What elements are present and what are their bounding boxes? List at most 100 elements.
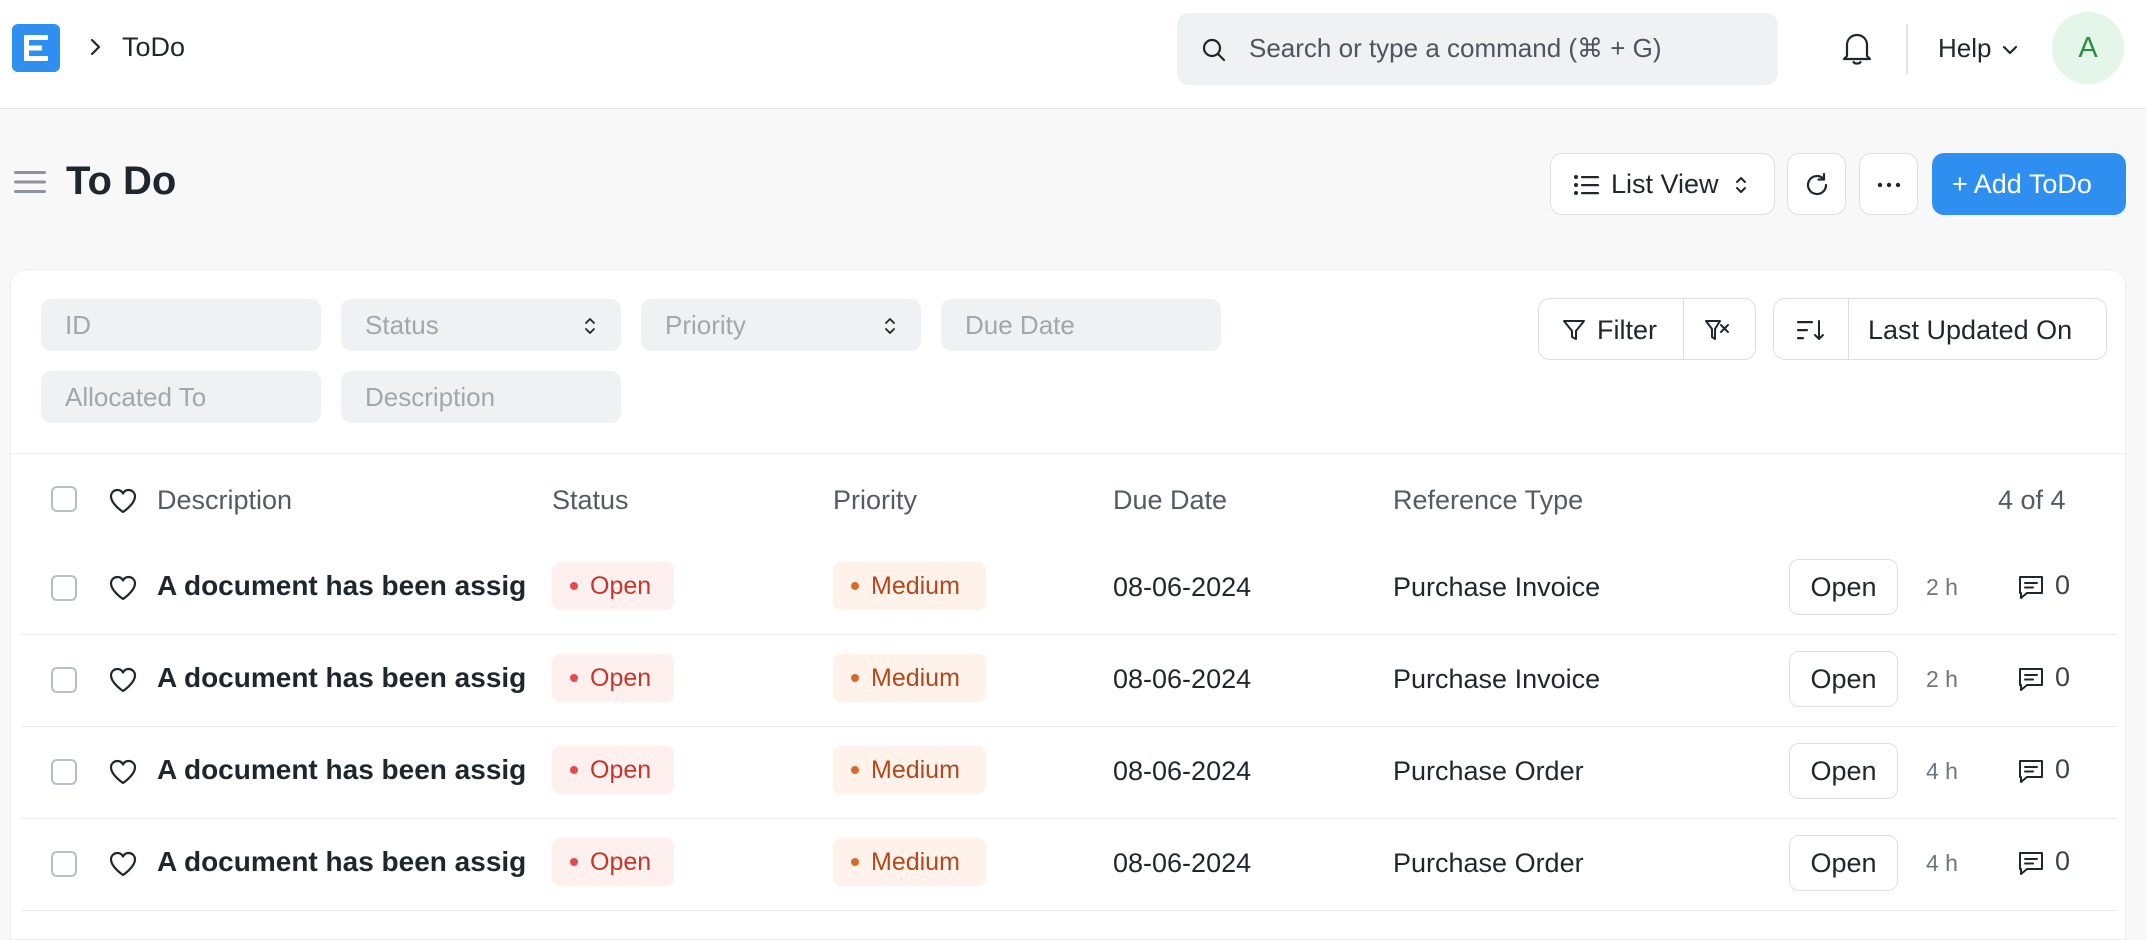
- help-menu[interactable]: Help: [1938, 33, 1991, 64]
- table-row[interactable]: A document has been assigned to you Open…: [21, 634, 2117, 726]
- sort-group-divider: [1848, 299, 1849, 359]
- heart-icon[interactable]: [108, 850, 138, 878]
- chevron-down-icon[interactable]: [2000, 40, 2020, 60]
- chevron-right-icon: [90, 38, 101, 56]
- refresh-button[interactable]: [1787, 153, 1846, 215]
- comment-icon: [2019, 576, 2043, 599]
- select-arrows-icon: [1736, 177, 1746, 193]
- filter-button-group: Filter: [1538, 298, 1756, 360]
- status-text: Open: [590, 848, 652, 876]
- filter-divider: [11, 453, 2125, 454]
- status-text: Open: [590, 572, 652, 600]
- column-header-priority[interactable]: Priority: [833, 485, 917, 516]
- column-header-description[interactable]: Description: [157, 485, 292, 516]
- heart-icon[interactable]: [108, 487, 138, 515]
- row-reference-type: Purchase Invoice: [1393, 572, 1601, 602]
- open-button[interactable]: Open: [1789, 651, 1898, 707]
- description-filter-input[interactable]: Description: [341, 371, 621, 423]
- id-filter-input[interactable]: ID: [41, 299, 321, 351]
- row-description[interactable]: A document has been assigned to you: [157, 846, 525, 878]
- row-due-date: 08-06-2024: [1113, 664, 1252, 694]
- status-text: Open: [590, 756, 652, 784]
- select-arrows-icon: [885, 318, 895, 334]
- row-checkbox[interactable]: [51, 851, 77, 877]
- row-checkbox[interactable]: [51, 759, 77, 785]
- row-modified-time: 2 h: [1926, 666, 1958, 692]
- priority-badge: Medium: [833, 654, 986, 702]
- status-filter-placeholder: Status: [365, 310, 439, 340]
- search-bar[interactable]: Search or type a command (⌘ + G): [1177, 13, 1778, 85]
- row-reference-type: Purchase Order: [1393, 848, 1584, 878]
- id-filter-placeholder: ID: [65, 310, 91, 340]
- refresh-icon: [1806, 172, 1828, 196]
- row-description[interactable]: A document has been assigned to you: [157, 662, 525, 694]
- select-all-checkbox[interactable]: [51, 486, 77, 512]
- navbar: ToDo Search or type a command (⌘ + G) He…: [0, 0, 2146, 109]
- row-due-date: 08-06-2024: [1113, 848, 1252, 878]
- row-description[interactable]: A document has been assigned to you: [157, 570, 525, 602]
- priority-filter-select[interactable]: Priority: [641, 299, 921, 351]
- status-badge: Open: [552, 654, 674, 702]
- breadcrumb-todo[interactable]: ToDo: [122, 32, 185, 63]
- open-button[interactable]: Open: [1789, 743, 1898, 799]
- app-logo-icon: [24, 35, 48, 61]
- app-logo[interactable]: [12, 24, 60, 72]
- priority-badge: Medium: [833, 746, 986, 794]
- row-comment-count: 0: [2055, 754, 2071, 784]
- priority-dot: [851, 674, 859, 682]
- row-description[interactable]: A document has been assigned to you: [157, 754, 525, 786]
- heart-icon[interactable]: [108, 666, 138, 694]
- row-count: 4 of 4: [1998, 485, 2066, 515]
- row-divider: [21, 910, 2117, 911]
- list-view-button[interactable]: List View: [1550, 153, 1775, 215]
- row-modified-time: 4 h: [1926, 850, 1958, 876]
- row-checkbox[interactable]: [51, 667, 77, 693]
- more-actions-button[interactable]: [1859, 153, 1918, 215]
- allocated-to-filter-input[interactable]: Allocated To: [41, 371, 321, 423]
- bell-icon[interactable]: [1840, 30, 1874, 66]
- sort-by-button[interactable]: Last Updated On: [1868, 315, 2072, 346]
- table-row[interactable]: A document has been assigned to you Open…: [21, 726, 2117, 818]
- sort-button-group: Last Updated On: [1773, 298, 2107, 360]
- row-modified-time: 4 h: [1926, 758, 1958, 784]
- page-title: To Do: [66, 159, 177, 203]
- sidebar-toggle-icon[interactable]: [14, 168, 46, 196]
- comment-icon: [2019, 760, 2043, 783]
- row-checkbox[interactable]: [51, 575, 77, 601]
- row-due-date: 08-06-2024: [1113, 756, 1252, 786]
- open-button[interactable]: Open: [1789, 835, 1898, 891]
- status-filter-select[interactable]: Status: [341, 299, 621, 351]
- clear-filter-icon[interactable]: [1703, 316, 1731, 344]
- search-icon: [1202, 38, 1226, 62]
- search-input[interactable]: Search or type a command (⌘ + G): [1249, 33, 1662, 64]
- allocated-to-filter-placeholder: Allocated To: [65, 382, 207, 412]
- table-row[interactable]: A document has been assigned to you Open…: [21, 542, 2117, 634]
- heart-icon[interactable]: [108, 574, 138, 602]
- column-header-status[interactable]: Status: [552, 485, 629, 516]
- row-reference-type: Purchase Order: [1393, 756, 1584, 786]
- user-avatar[interactable]: A: [2052, 12, 2124, 84]
- status-badge: Open: [552, 562, 674, 610]
- status-dot: [570, 858, 578, 866]
- due-date-filter-input[interactable]: Due Date: [941, 299, 1221, 351]
- row-comment-count: 0: [2055, 570, 2071, 600]
- column-header-reference-type[interactable]: Reference Type: [1393, 485, 1583, 516]
- select-arrows-icon: [585, 318, 595, 334]
- open-button[interactable]: Open: [1789, 559, 1898, 615]
- list-view-label: List View: [1611, 169, 1719, 199]
- table-row[interactable]: A document has been assigned to you Open…: [21, 818, 2117, 910]
- status-dot: [570, 582, 578, 590]
- priority-text: Medium: [871, 664, 960, 692]
- status-badge: Open: [552, 838, 674, 886]
- comment-icon: [2019, 852, 2043, 875]
- add-todo-button[interactable]: + Add ToDo: [1932, 153, 2126, 215]
- priority-text: Medium: [871, 756, 960, 784]
- sort-order-icon[interactable]: [1796, 317, 1826, 343]
- priority-badge: Medium: [833, 562, 986, 610]
- heart-icon[interactable]: [108, 758, 138, 786]
- status-badge: Open: [552, 746, 674, 794]
- row-modified-time: 2 h: [1926, 574, 1958, 600]
- column-header-due-date[interactable]: Due Date: [1113, 485, 1227, 516]
- row-comment-count: 0: [2055, 662, 2071, 692]
- due-date-filter-placeholder: Due Date: [965, 310, 1075, 340]
